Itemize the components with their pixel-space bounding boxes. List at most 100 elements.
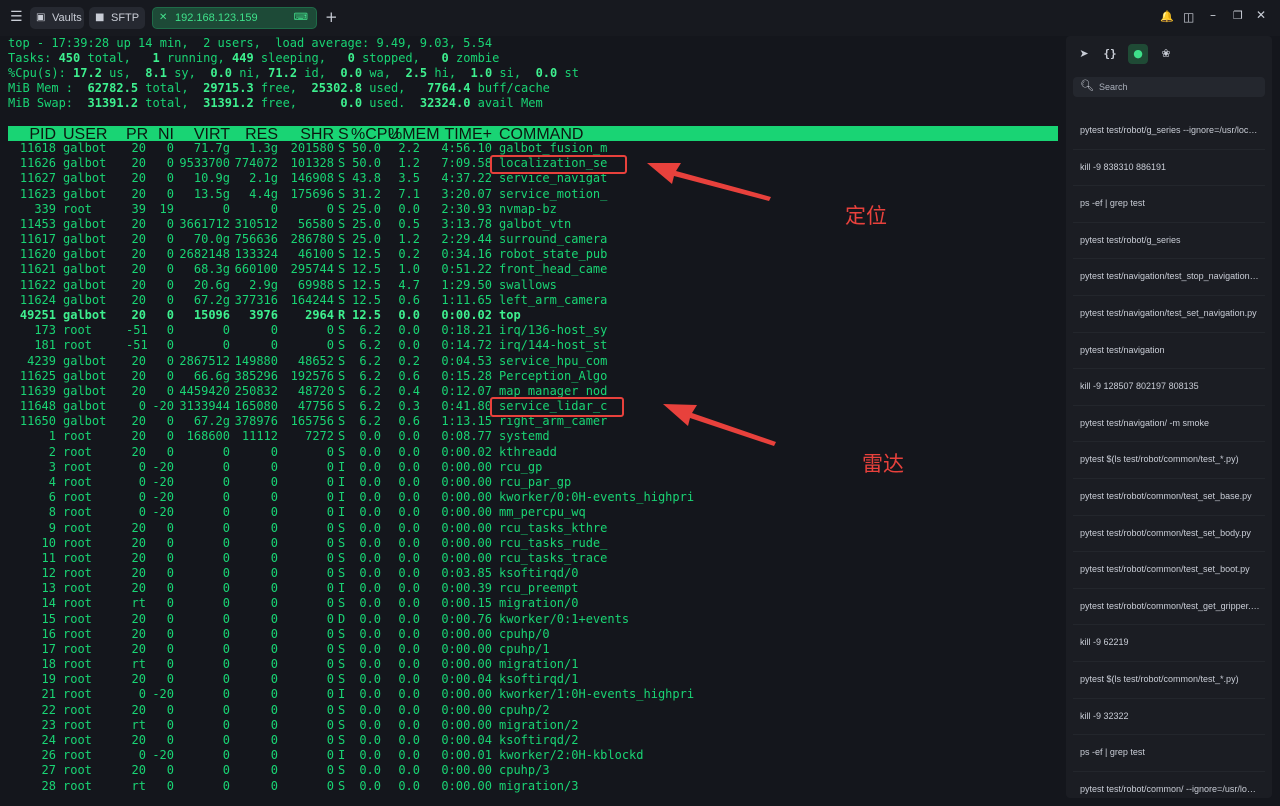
cell-res: 0 <box>270 581 278 596</box>
cell-time: 1:11.65 <box>441 292 492 307</box>
snippet-item[interactable]: kill -9 32322 <box>1080 710 1260 722</box>
cell-pid: 6 <box>48 490 56 505</box>
history-icon[interactable]: ● <box>1128 44 1148 64</box>
cell-ni: 0 <box>166 672 174 687</box>
cell-mem: 0.0 <box>398 763 420 778</box>
search-box[interactable]: 🔍︎ <box>1073 77 1265 97</box>
cell-pr: 20 <box>131 414 146 429</box>
snippet-item[interactable]: pytest test/navigation/ -m smoke <box>1080 417 1260 429</box>
process-row: 19 root 20 0 0 0 0 S 0.0 0.0 0:00.04 ksoftirqd/1 <box>8 672 1058 687</box>
cell-time: 0:00.02 <box>441 307 492 322</box>
snippet-item[interactable]: ps -ef | grep test <box>1080 197 1260 209</box>
cell-user: root <box>63 474 92 489</box>
snippet-item[interactable]: pytest test/navigation <box>1080 344 1260 356</box>
cell-cpu: 31.2 <box>352 186 381 201</box>
cell-command: systemd <box>499 429 550 444</box>
cell-user: galbot <box>63 307 107 322</box>
cell-ni: 0 <box>166 216 174 231</box>
cell-state: S <box>338 763 346 778</box>
cell-command: service_hpu_com <box>499 353 608 368</box>
top-swap-line: MiB Swap: 31391.2 total, 31391.2 free, 0… <box>8 96 543 110</box>
close-window-icon[interactable]: ✕ <box>1256 8 1266 22</box>
snippet-item[interactable]: kill -9 62219 <box>1080 636 1260 648</box>
cell-mem: 0.6 <box>398 414 420 429</box>
cell-time: 0:00.00 <box>441 687 492 702</box>
restore-icon[interactable]: ❐ <box>1233 9 1243 22</box>
cell-shr: 48652 <box>297 353 334 368</box>
snippet-item[interactable]: pytest test/robot/common/test_set_body.p… <box>1080 527 1260 539</box>
snippet-divider <box>1073 734 1265 736</box>
cell-shr: 0 <box>326 535 334 550</box>
cell-virt: 0 <box>222 657 230 672</box>
tab-sftp[interactable]: ■ SFTP <box>89 7 145 29</box>
cell-virt: 0 <box>222 733 230 748</box>
sidebar-toggle-icon[interactable]: ◫ <box>1183 10 1194 24</box>
snippet-item[interactable]: pytest $(ls test/robot/common/test_*.py) <box>1080 673 1260 685</box>
cell-cpu: 0.0 <box>359 550 381 565</box>
cell-user: root <box>63 763 92 778</box>
snippet-item[interactable]: pytest test/robot/g_series <box>1080 234 1260 246</box>
cell-cpu: 0.0 <box>359 505 381 520</box>
cell-time: 2:30.93 <box>441 201 492 216</box>
tab-label: 192.168.123.159 <box>175 12 258 24</box>
cell-user: root <box>63 490 92 505</box>
snippet-item[interactable]: pytest test/robot/common/test_set_base.p… <box>1080 490 1260 502</box>
terminal[interactable]: top - 17:39:28 up 14 min, 2 users, load … <box>0 36 1064 806</box>
cell-mem: 0.0 <box>398 641 420 656</box>
snippet-item[interactable]: pytest test/navigation/test_stop_navigat… <box>1080 270 1260 282</box>
cell-mem: 0.0 <box>398 702 420 717</box>
cell-res: 774072 <box>234 156 278 171</box>
snippet-divider <box>1073 514 1265 516</box>
cell-virt: 0 <box>222 201 230 216</box>
snippet-divider <box>1073 295 1265 296</box>
palette-icon[interactable]: ❀ <box>1156 44 1176 64</box>
new-tab-icon[interactable]: + <box>325 8 338 26</box>
snippet-item[interactable]: kill -9 128507 802197 808135 <box>1080 380 1260 392</box>
minimize-icon[interactable]: – <box>1210 8 1216 22</box>
tab-host[interactable]: ✕ 192.168.123.159 ⌨ <box>152 7 317 29</box>
search-input[interactable] <box>1099 77 1259 97</box>
tab-vaults[interactable]: ▣ Vaults <box>30 7 84 29</box>
cell-shr: 146908 <box>290 171 334 186</box>
process-row: 11 root 20 0 0 0 0 S 0.0 0.0 0:00.00 rcu_tasks_trac… <box>8 551 1058 566</box>
snippet-item[interactable]: pytest $(ls test/robot/common/test_*.py) <box>1080 453 1260 465</box>
cell-virt: 0 <box>222 763 230 778</box>
snippet-item[interactable]: pytest test/navigation/test_set_navigati… <box>1080 307 1260 319</box>
cell-ni: 0 <box>166 763 174 778</box>
cell-res: 0 <box>270 717 278 732</box>
snippet-item[interactable]: pytest test/robot/g_series --ignore=/usr… <box>1080 124 1260 136</box>
cell-shr: 0 <box>326 596 334 611</box>
cell-pr: 0 <box>138 505 146 520</box>
close-icon[interactable]: ✕ <box>159 8 167 28</box>
cell-mem: 2.2 <box>398 141 420 155</box>
cell-cpu: 0.0 <box>359 641 381 656</box>
braces-icon[interactable]: {} <box>1100 44 1120 64</box>
snippet-item[interactable]: ps -ef | grep test <box>1080 746 1260 758</box>
menu-icon[interactable]: ☰ <box>10 9 23 25</box>
cell-cpu: 0.0 <box>359 702 381 717</box>
snippet-item[interactable]: pytest test/robot/common/test_get_grippe… <box>1080 600 1260 612</box>
cell-state: S <box>338 262 346 277</box>
cell-state: S <box>338 626 346 641</box>
snippet-item[interactable]: pytest test/robot/common/ --ignore=/usr/… <box>1080 783 1260 795</box>
cell-command: galbot_fusion_m <box>499 141 608 155</box>
cell-shr: 0 <box>326 672 334 687</box>
cell-mem: 1.2 <box>398 232 420 247</box>
snippet-divider <box>1073 258 1265 260</box>
cell-ni: 0 <box>166 156 174 171</box>
process-row: 181 root -51 0 0 0 0 S 6.2 0.0 0:14.72 irq/144-host… <box>8 338 1058 353</box>
cell-ni: -20 <box>152 459 174 474</box>
cell-cpu: 50.0 <box>352 141 381 155</box>
cell-ni: 0 <box>166 444 174 459</box>
snippet-item[interactable]: kill -9 838310 886191 <box>1080 161 1260 173</box>
cell-state: S <box>338 201 346 216</box>
cell-mem: 0.0 <box>398 429 420 444</box>
cell-state: S <box>338 702 346 717</box>
cell-user: galbot <box>63 232 107 247</box>
cell-command: ksoftirqd/2 <box>499 733 579 748</box>
cell-command: cpuhp/3 <box>499 763 550 778</box>
cell-pr: 20 <box>131 535 146 550</box>
bell-icon[interactable]: 🔔 <box>1160 10 1174 23</box>
send-icon[interactable]: ➤ <box>1074 44 1094 64</box>
snippet-item[interactable]: pytest test/robot/common/test_set_boot.p… <box>1080 563 1260 575</box>
